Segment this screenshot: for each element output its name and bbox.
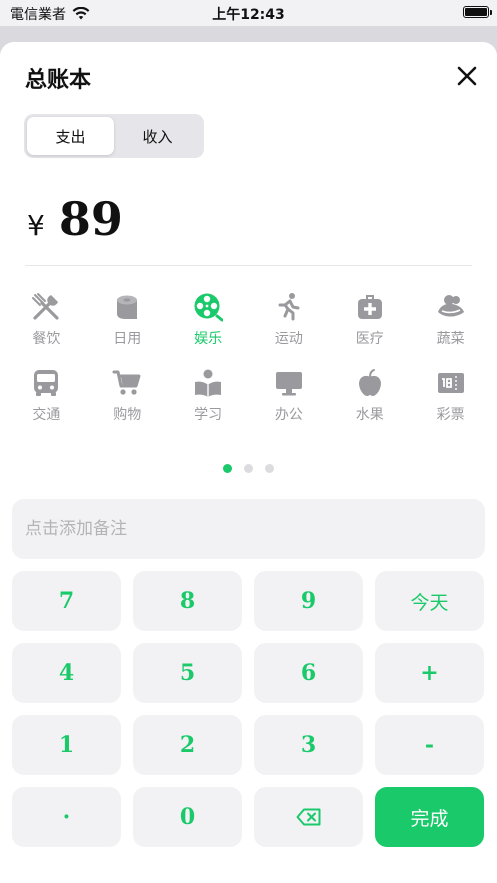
- amount-value: 89: [58, 192, 123, 246]
- add-record-sheet: 总账本 支出 收入 ¥ 89 餐饮 日用 娱乐 运动 医疗 蔬菜 交通 购物 学…: [0, 42, 497, 883]
- status-bar: 電信業者 上午12:43: [0, 0, 497, 26]
- shopping-cart-icon: [112, 370, 141, 395]
- type-segmented-control: 支出 收入: [24, 114, 204, 158]
- page-dot[interactable]: [265, 464, 274, 473]
- key-4[interactable]: 4: [12, 643, 121, 703]
- battery-icon: [463, 6, 492, 18]
- category-office[interactable]: 办公: [249, 368, 330, 424]
- category-dining[interactable]: 餐饮: [6, 292, 87, 348]
- category-entertainment[interactable]: 娱乐: [168, 292, 249, 348]
- category-daily[interactable]: 日用: [87, 292, 168, 348]
- category-label: 办公: [274, 407, 303, 423]
- key-1[interactable]: 1: [12, 715, 121, 775]
- sheet-title: 总账本: [25, 68, 92, 93]
- category-label: 日用: [113, 331, 142, 347]
- category-label: 蔬菜: [436, 331, 465, 347]
- category-label: 水果: [355, 407, 384, 423]
- category-transport[interactable]: 交通: [6, 368, 87, 424]
- tab-income[interactable]: 收入: [114, 117, 201, 155]
- close-icon[interactable]: [455, 64, 479, 88]
- toilet-paper-icon: [117, 295, 138, 319]
- page-dot[interactable]: [244, 464, 253, 473]
- category-label: 学习: [194, 407, 223, 423]
- category-lottery[interactable]: 彩票: [410, 368, 491, 424]
- battery-indicator: [463, 6, 492, 18]
- key-2[interactable]: 2: [133, 715, 242, 775]
- minus-key[interactable]: -: [375, 715, 484, 775]
- category-label: 娱乐: [194, 331, 223, 347]
- utensils-icon: [32, 293, 60, 320]
- reading-icon: [195, 369, 222, 397]
- category-vegetables[interactable]: 蔬菜: [410, 292, 491, 348]
- amount-display: ¥ 89: [27, 192, 123, 246]
- category-shopping[interactable]: 购物: [87, 368, 168, 424]
- category-label: 彩票: [436, 407, 465, 423]
- currency-symbol: ¥: [27, 209, 45, 242]
- category-label: 餐饮: [32, 331, 61, 347]
- key-8[interactable]: 8: [133, 571, 242, 631]
- category-medical[interactable]: 医疗: [329, 292, 410, 348]
- tab-expense[interactable]: 支出: [27, 117, 114, 155]
- decimal-key[interactable]: ·: [12, 787, 121, 847]
- page-indicator: [0, 464, 497, 473]
- key-3[interactable]: 3: [254, 715, 363, 775]
- backspace-icon: [296, 808, 320, 826]
- category-fruit[interactable]: 水果: [329, 368, 410, 424]
- apple-icon: [358, 369, 381, 396]
- category-sports[interactable]: 运动: [249, 292, 330, 348]
- category-label: 交通: [32, 407, 61, 423]
- key-0[interactable]: 0: [133, 787, 242, 847]
- backspace-key[interactable]: [254, 787, 363, 847]
- today-button[interactable]: 今天: [375, 571, 484, 631]
- key-7[interactable]: 7: [12, 571, 121, 631]
- note-input[interactable]: [12, 499, 485, 559]
- monitor-icon: [275, 372, 302, 396]
- key-5[interactable]: 5: [133, 643, 242, 703]
- key-9[interactable]: 9: [254, 571, 363, 631]
- bus-icon: [34, 370, 59, 396]
- done-button[interactable]: 完成: [375, 787, 484, 847]
- divider: [25, 265, 472, 266]
- category-label: 购物: [113, 407, 142, 423]
- vegetable-icon: [437, 295, 464, 317]
- category-study[interactable]: 学习: [168, 368, 249, 424]
- key-6[interactable]: 6: [254, 643, 363, 703]
- film-reel-icon: [194, 293, 224, 322]
- category-grid: 餐饮 日用 娱乐 运动 医疗 蔬菜 交通 购物 学习 办公 水果 彩票: [6, 292, 491, 424]
- category-label: 运动: [274, 331, 303, 347]
- category-label: 医疗: [355, 331, 384, 347]
- page-dot[interactable]: [223, 464, 232, 473]
- keypad: 7 8 9 今天 4 5 6 + 1 2 3 - · 0 完成: [12, 571, 485, 847]
- lottery-ticket-icon: [437, 373, 464, 393]
- plus-key[interactable]: +: [375, 643, 484, 703]
- medical-kit-icon: [357, 295, 382, 319]
- status-time: 上午12:43: [212, 7, 285, 23]
- running-icon: [278, 293, 300, 321]
